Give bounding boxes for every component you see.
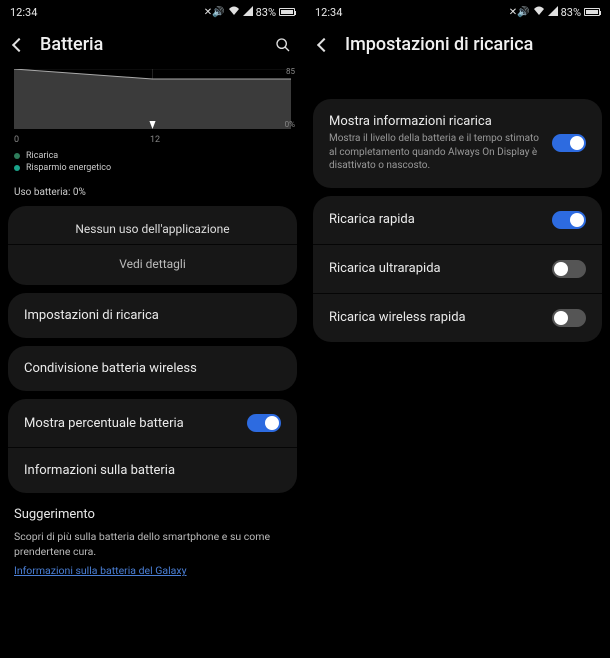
battery-icon [279, 8, 295, 16]
legend-dot-charge [14, 153, 20, 159]
chart-legend: Ricarica Risparmio energetico [14, 151, 291, 173]
battery-icon [584, 8, 600, 16]
search-icon[interactable] [275, 37, 291, 53]
wireless-share-row[interactable]: Condivisione batteria wireless [8, 346, 297, 391]
charging-settings-row[interactable]: Impostazioni di ricarica [8, 293, 297, 338]
ultra-fast-charge-row[interactable]: Ricarica ultrarapida [313, 244, 602, 293]
wireless-fast-charge-toggle[interactable] [552, 309, 586, 327]
status-bar: 12:34 ✕🔊 83% [0, 0, 305, 24]
battery-info-row[interactable]: Informazioni sulla batteria [8, 447, 297, 493]
mute-icon: ✕🔊 [509, 7, 530, 18]
battery-percent: 83% [561, 6, 581, 19]
ultra-fast-charge-toggle[interactable] [552, 260, 586, 278]
status-time: 12:34 [315, 6, 342, 19]
charging-settings-screen: 12:34 ✕🔊 83% Impostazioni di ricarica [305, 0, 610, 658]
suggestion-block: Suggerimento Scopri di più sulla batteri… [14, 507, 291, 578]
suggestion-text: Scopri di più sulla batteria dello smart… [14, 530, 291, 559]
wireless-fast-charge-row[interactable]: Ricarica wireless rapida [313, 293, 602, 342]
no-app-usage: Nessun uso dell'applicazione [8, 206, 297, 244]
battery-percent: 83% [256, 6, 276, 19]
see-details-button[interactable]: Vedi dettagli [8, 244, 297, 285]
wifi-icon [533, 6, 545, 19]
suggestion-link[interactable]: Informazioni sulla batteria del Galaxy [14, 564, 187, 577]
battery-screen: 12:34 ✕🔊 83% Batteria 85 0% [0, 0, 305, 658]
mute-icon: ✕🔊 [204, 7, 225, 18]
show-charging-info-row[interactable]: Mostra informazioni ricarica Mostra il l… [313, 99, 602, 188]
signal-icon [243, 6, 253, 19]
status-time: 12:34 [10, 6, 37, 19]
usage-card: Nessun uso dell'applicazione Vedi dettag… [8, 206, 297, 285]
show-percent-toggle[interactable] [247, 414, 281, 432]
show-percent-row[interactable]: Mostra percentuale batteria [8, 399, 297, 447]
fast-charge-row[interactable]: Ricarica rapida [313, 196, 602, 244]
legend-dot-saver [14, 165, 20, 171]
back-icon[interactable] [317, 37, 331, 51]
wifi-icon [228, 6, 240, 19]
page-title: Impostazioni di ricarica [345, 34, 596, 55]
page-title: Batteria [40, 34, 259, 55]
chart-x-start: 0 [14, 135, 19, 145]
usage-label: Uso batteria: 0% [14, 187, 291, 198]
fast-charge-toggle[interactable] [552, 211, 586, 229]
back-icon[interactable] [12, 37, 26, 51]
signal-icon [548, 6, 558, 19]
chart-x-mid: 12 [150, 135, 160, 145]
battery-chart: 85 0% 0 12 [14, 69, 291, 143]
suggestion-title: Suggerimento [14, 507, 291, 522]
status-bar: 12:34 ✕🔊 83% [305, 0, 610, 24]
show-charging-info-toggle[interactable] [552, 134, 586, 152]
